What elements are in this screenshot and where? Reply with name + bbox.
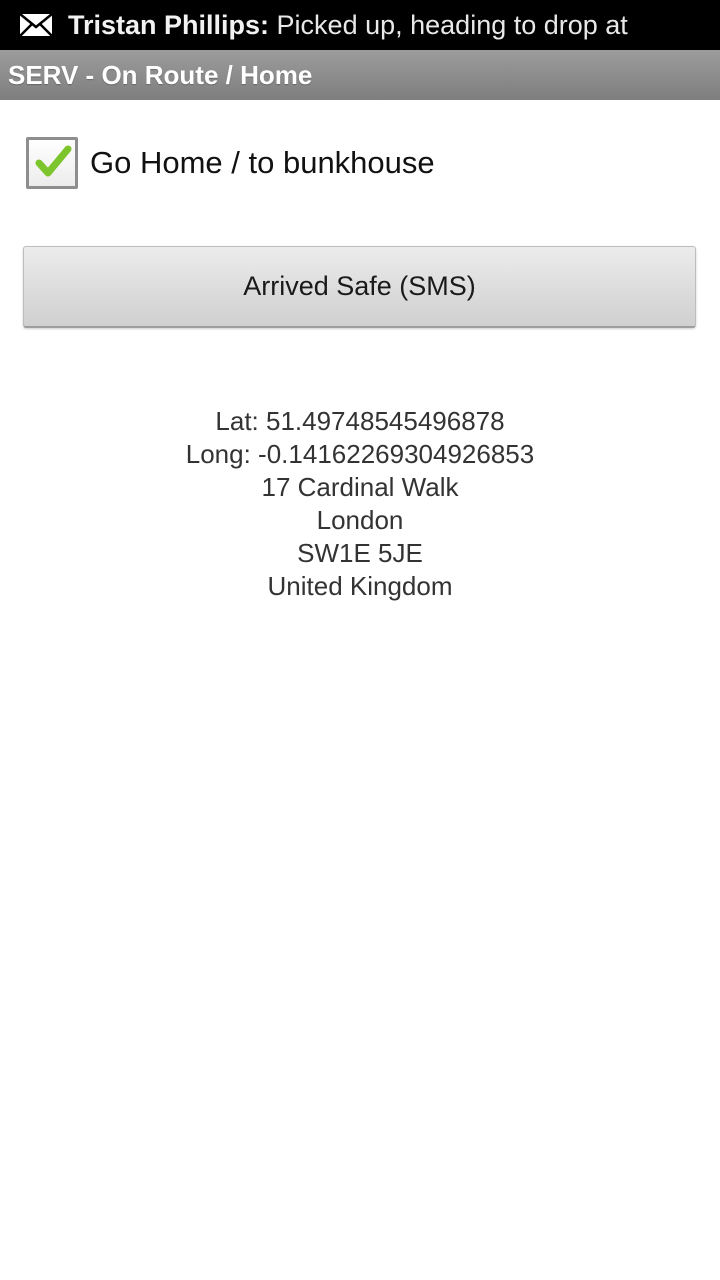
app-title: SERV - On Route / Home — [8, 60, 313, 90]
envelope-icon — [19, 13, 53, 37]
notification-sender: Tristan Phillips: — [68, 10, 270, 40]
address-city: London — [316, 505, 404, 535]
notification-message: Picked up, heading to drop at — [269, 10, 628, 40]
longitude-text: Long: -0.14162269304926853 — [185, 439, 535, 469]
go-home-checkbox[interactable] — [26, 137, 78, 189]
arrived-safe-button-label: Arrived Safe (SMS) — [243, 271, 476, 301]
notification-status-bar[interactable]: Tristan Phillips: Picked up, heading to … — [0, 0, 720, 50]
go-home-checkbox-row[interactable]: Go Home / to bunkhouse — [26, 137, 435, 189]
location-info: Lat: 51.49748545496878 Long: -0.14162269… — [0, 405, 720, 603]
go-home-checkbox-label[interactable]: Go Home / to bunkhouse — [90, 145, 435, 181]
address-postcode: SW1E 5JE — [297, 538, 423, 568]
address-street: 17 Cardinal Walk — [261, 472, 459, 502]
latitude-text: Lat: 51.49748545496878 — [215, 406, 505, 436]
checkmark-icon — [35, 145, 72, 177]
main-content: Go Home / to bunkhouse Arrived Safe (SMS… — [0, 100, 720, 1280]
arrived-safe-button[interactable]: Arrived Safe (SMS) — [23, 246, 696, 328]
address-country: United Kingdom — [267, 571, 453, 601]
notification-ticker: Tristan Phillips: Picked up, heading to … — [68, 0, 628, 50]
app-title-bar: SERV - On Route / Home — [0, 50, 720, 100]
